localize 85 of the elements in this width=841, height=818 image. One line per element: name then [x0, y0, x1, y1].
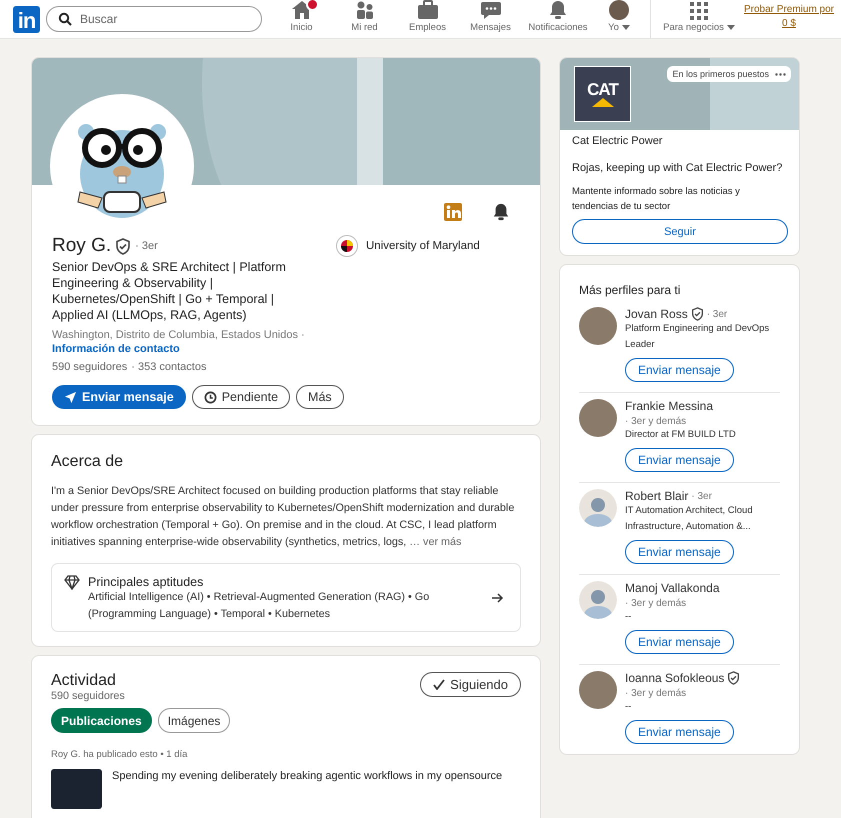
post-meta: Roy G. ha publicado esto • 1 día [51, 749, 188, 760]
linkedin-logo[interactable]: in [13, 6, 40, 32]
followers-count: 590 seguidores [52, 361, 128, 373]
promo-question: Rojas, keeping up with Cat Electric Power? [572, 162, 784, 174]
avatar-silhouette-icon[interactable] [579, 581, 617, 619]
section-title: Acerca de [51, 453, 124, 471]
connection-degree: · 3er y demás [625, 598, 686, 609]
nav-item[interactable]: Mi red [333, 0, 396, 38]
nav-item[interactable]: Inicio [270, 0, 333, 38]
diamond-icon [64, 575, 80, 590]
send-message-button[interactable]: Enviar mensaje [625, 540, 734, 564]
followers-count: 590 seguidores [51, 690, 125, 702]
profile-headline: -- [625, 700, 632, 714]
filter-tab[interactable]: Publicaciones [51, 708, 152, 733]
profile-name[interactable]: Robert Blair [625, 489, 688, 503]
pending-button[interactable]: Pendiente [192, 385, 290, 409]
nav-item[interactable]: Yo [594, 0, 644, 38]
caret-icon [726, 25, 735, 30]
post-thumbnail[interactable] [51, 769, 102, 809]
nav-item[interactable]: Notificaciones [522, 0, 594, 38]
profile-headline: IT Automation Architect, Cloud Infrastructure, Automation &... [625, 504, 754, 534]
skills-list: Artificial Intelligence (AI) • Retrieval-Augmented Generation (RAG) • Go (Programming Language) • Temporal • Kubernetes [88, 589, 484, 623]
send-message-button[interactable]: Enviar mensaje [625, 448, 734, 472]
profile-headline: Director at FM BUILD LTD [625, 428, 737, 442]
contact-info-link[interactable]: Información de contacto [52, 343, 312, 355]
connection-degree: · 3er [691, 490, 712, 502]
bell-icon[interactable] [492, 203, 510, 221]
triangle-icon [592, 98, 614, 106]
skills-title: Principales aptitudes [88, 575, 204, 589]
people-icon [354, 0, 374, 20]
briefcase-icon [416, 0, 438, 20]
section-title: Actividad [51, 672, 117, 690]
avatar-silhouette-icon[interactable] [579, 489, 617, 527]
caret-icon [622, 25, 630, 30]
university-seal-icon [336, 235, 358, 257]
more-icon[interactable] [775, 72, 786, 76]
avatar-photo[interactable] [579, 307, 617, 345]
profile-name[interactable]: Manoj Vallakonda [625, 581, 720, 595]
search-field[interactable]: Buscar [46, 6, 262, 32]
school-name: University of Maryland [366, 240, 480, 252]
profile-name[interactable]: Jovan Ross [625, 307, 688, 321]
location-text: Washington, Distrito de Columbia, Estados Unidos · [52, 329, 306, 341]
nav-item[interactable]: Para negocios [657, 0, 741, 38]
check-icon [433, 679, 446, 690]
send-message-button[interactable]: Enviar mensaje [625, 720, 734, 744]
nav-item[interactable]: Empleos [396, 0, 459, 38]
search-icon [58, 12, 72, 26]
avatar-photo[interactable] [579, 399, 617, 437]
more-button[interactable]: Más [296, 385, 344, 409]
profile-headline: Platform Engineering and DevOps Leader [625, 322, 770, 352]
post-text: Spending my evening deliberately breaking agentic workflows in my opensource [112, 769, 502, 784]
badge-text: En los primeros puestos [672, 69, 769, 79]
connection-degree: · 3er y demás [625, 416, 686, 427]
skills-card[interactable]: Principales aptitudes Artificial Intelligence (AI) • Retrieval-Augmented Generation (RAG) • Go (Programming Language) • Temporal • Kubernetes [51, 563, 521, 632]
avatar-photo [609, 0, 629, 20]
following-button[interactable]: Siguiendo [420, 672, 521, 697]
follow-button[interactable]: Seguir [572, 219, 788, 244]
section-title: Más perfiles para ti [579, 283, 682, 297]
profile-headline: Senior DevOps & SRE Architect | Platform Engineering & Observability | Kubernetes/OpenShift | Go + Temporal | Applied AI (LLMOps, RAG, Agents) [52, 259, 287, 323]
promo-description: Mantente informado sobre las noticias y tendencias de tu sector [572, 185, 741, 214]
profile-name[interactable]: Ioanna Sofokleous [625, 671, 724, 685]
connections-count: · 353 contactos [131, 361, 206, 373]
filter-tab[interactable]: Imágenes [158, 708, 230, 733]
connection-degree: · 3er [706, 308, 728, 320]
bell-icon [548, 0, 568, 20]
about-text: I'm a Senior DevOps/SRE Architect focused on building production platforms that stay reliable under pressure from enterprise observability to Kubernetes/OpenShift modernization and durable workflow orchestration (Temporal + Go). On premise and in the cloud. At CSC, I lead platform initiatives spanning enterprise-wide observability (synthetics, metrics, logs, … ver más [51, 484, 516, 550]
premium-link[interactable]: Probar Premium por 0 $ [741, 0, 837, 38]
profile-headline: -- [625, 610, 632, 624]
company-name: Cat Electric Power [572, 135, 664, 147]
profile-name: Roy G. [52, 235, 112, 257]
company-logo-icon [444, 203, 462, 221]
connection-degree: · 3er y demás [625, 688, 686, 699]
see-more-link[interactable]: … ver más [409, 536, 462, 548]
grid-icon [690, 2, 708, 20]
avatar-photo[interactable] [579, 671, 617, 709]
send-icon [64, 390, 77, 404]
clock-icon [204, 390, 217, 404]
company-logo: CAT [574, 66, 631, 122]
send-message-button[interactable]: Enviar mensaje [625, 630, 734, 654]
profile-name[interactable]: Frankie Messina [625, 399, 714, 413]
send-message-button[interactable]: Enviar mensaje [625, 358, 734, 382]
arrow-right-icon [492, 593, 504, 603]
connection-degree: · 3er [135, 240, 158, 252]
send-message-button[interactable]: Enviar mensaje [52, 385, 186, 409]
nav-item[interactable]: Mensajes [459, 0, 522, 38]
